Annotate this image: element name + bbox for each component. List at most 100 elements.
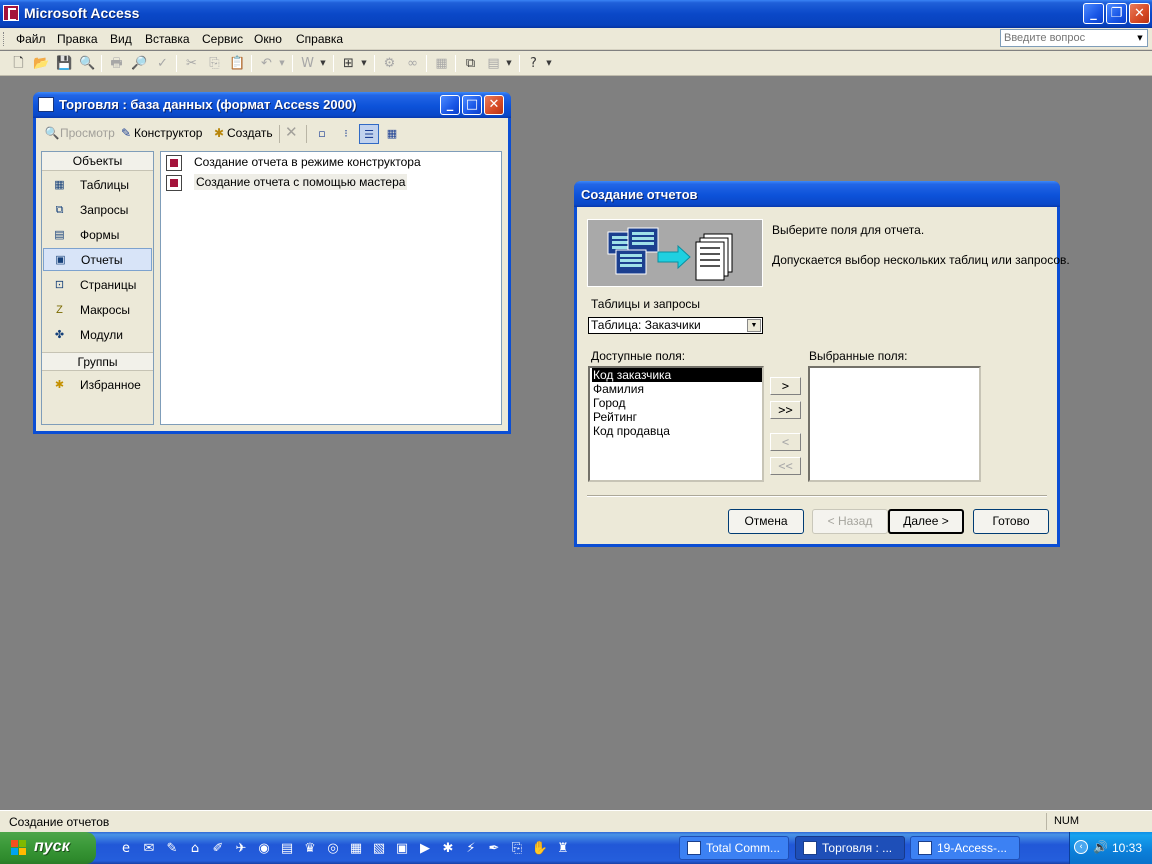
db-maximize-button[interactable]: □ <box>462 95 482 115</box>
winrar-icon[interactable]: ▧ <box>370 840 388 858</box>
task-total-commander[interactable]: Total Comm... <box>679 836 789 860</box>
object-reports[interactable]: ▣ Отчеты <box>43 248 152 271</box>
list-item[interactable]: Код продавца <box>592 424 762 438</box>
list-item[interactable]: Город <box>592 396 762 410</box>
details-view-icon[interactable]: ▦ <box>382 124 402 144</box>
globe-icon[interactable]: ◉ <box>255 840 273 858</box>
show-hidden-icons-icon[interactable]: ‹ <box>1074 840 1088 854</box>
ask-question-input[interactable] <box>1001 30 1131 46</box>
db-minimize-button[interactable]: _ <box>440 95 460 115</box>
new-object-dropdown-icon[interactable]: ▼ <box>505 54 513 73</box>
clock[interactable]: 10:33 <box>1112 841 1142 855</box>
ask-dropdown-icon[interactable]: ▼ <box>1134 31 1146 45</box>
list-item[interactable]: Рейтинг <box>592 410 762 424</box>
create-button[interactable]: ✱ Создать <box>211 122 273 144</box>
menu-help[interactable]: Справка <box>296 32 343 46</box>
edit-icon[interactable]: ✐ <box>209 840 227 858</box>
menu-edit[interactable]: Правка <box>57 32 98 46</box>
script-icon[interactable]: ∞ <box>403 54 422 73</box>
office-links-dropdown-icon[interactable]: ▼ <box>319 54 327 73</box>
menu-insert[interactable]: Вставка <box>145 32 190 46</box>
task-word-document[interactable]: 19-Access-... <box>910 836 1020 860</box>
object-modules[interactable]: ✤ Модули <box>43 324 152 347</box>
list-item[interactable]: Создание отчета с помощью мастера <box>166 173 408 192</box>
ask-question-box[interactable]: ▼ <box>1000 29 1148 47</box>
home-icon[interactable]: ⌂ <box>186 840 204 858</box>
tables-queries-select[interactable]: Таблица: Заказчики ▼ <box>588 317 763 334</box>
minimize-button[interactable]: _ <box>1083 3 1104 24</box>
code-icon[interactable]: ⚙ <box>380 54 399 73</box>
chevron-down-icon[interactable]: ▼ <box>747 319 761 332</box>
group-favorites[interactable]: ✱ Избранное <box>43 374 152 397</box>
list-item[interactable]: Код заказчика <box>592 368 762 382</box>
list-item[interactable]: Фамилия <box>592 382 762 396</box>
office-links-icon[interactable]: W <box>298 54 317 73</box>
help-icon[interactable]: ? <box>524 54 543 73</box>
undo-dropdown-icon[interactable]: ▼ <box>278 54 286 73</box>
object-forms[interactable]: ▤ Формы <box>43 224 152 247</box>
add-all-fields-button[interactable]: >> <box>770 401 801 419</box>
list-item[interactable]: Создание отчета в режиме конструктора <box>166 153 421 172</box>
list-view-icon[interactable]: ☰ <box>359 124 379 144</box>
large-icons-view-icon[interactable]: ▫ <box>312 124 332 144</box>
paint-icon[interactable]: ✱ <box>439 840 457 858</box>
preview-button[interactable]: 🔍Просмотр <box>44 122 115 144</box>
object-tables[interactable]: ▦ Таблицы <box>43 174 152 197</box>
relationships-icon[interactable]: ⧉ <box>461 54 480 73</box>
add-field-button[interactable]: > <box>770 377 801 395</box>
media-icon[interactable]: ▦ <box>347 840 365 858</box>
toolbar-options-icon[interactable]: ▼ <box>545 54 553 73</box>
selected-fields-list[interactable] <box>808 366 981 482</box>
copy-icon[interactable]: ⎘ <box>508 840 526 858</box>
save-icon[interactable]: 💾 <box>55 54 74 73</box>
spelling-icon[interactable]: ✓ <box>153 54 172 73</box>
database-window-icon[interactable] <box>38 97 54 112</box>
new-object-icon[interactable]: ▤ <box>484 54 503 73</box>
properties-icon[interactable]: ▦ <box>432 54 451 73</box>
paste-icon[interactable]: 📋 <box>228 54 247 73</box>
start-button[interactable]: пуск <box>0 832 96 864</box>
print-icon[interactable]: 🖶 <box>107 54 126 73</box>
delete-icon[interactable]: ✕ <box>285 122 298 144</box>
task-access-db[interactable]: Торговля : ... <box>795 836 905 860</box>
restore-button[interactable]: ❐ <box>1106 3 1127 24</box>
ie-icon[interactable]: e <box>117 840 135 858</box>
menu-file[interactable]: Файл <box>16 32 46 46</box>
wizard-title-bar[interactable]: Создание отчетов <box>574 181 1060 207</box>
close-button[interactable]: ✕ <box>1129 3 1150 24</box>
notepad-icon[interactable]: ✎ <box>163 840 181 858</box>
menu-view[interactable]: Вид <box>110 32 132 46</box>
report-wizard-dialog[interactable]: Создание отчетов Выберите поля для отчет… <box>574 181 1070 547</box>
database-window[interactable]: Торговля : база данных (формат Access 20… <box>33 92 511 434</box>
cancel-button[interactable]: Отмена <box>728 509 804 534</box>
new-icon[interactable]: 🗋 <box>9 54 28 73</box>
copy-icon[interactable]: ⎘ <box>205 54 224 73</box>
remove-all-fields-button[interactable]: << <box>770 457 801 475</box>
db-close-button[interactable]: ✕ <box>484 95 504 115</box>
player-icon[interactable]: ▶ <box>416 840 434 858</box>
undo-icon[interactable]: ↶ <box>257 54 276 73</box>
remove-field-button[interactable]: < <box>770 433 801 451</box>
film-icon[interactable]: ▤ <box>278 840 296 858</box>
objects-header[interactable]: Объекты <box>42 152 153 171</box>
opera-icon[interactable]: ◎ <box>324 840 342 858</box>
available-fields-list[interactable]: Код заказчика Фамилия Город Рейтинг Код … <box>588 366 764 482</box>
chess-icon[interactable]: ♜ <box>554 840 572 858</box>
menu-tools[interactable]: Сервис <box>202 32 243 46</box>
game-icon[interactable]: ♛ <box>301 840 319 858</box>
plane-icon[interactable]: ✈ <box>232 840 250 858</box>
print-preview-icon[interactable]: 🔎 <box>130 54 149 73</box>
next-button[interactable]: Далее > <box>888 509 964 534</box>
small-icons-view-icon[interactable]: ⁝ <box>336 124 356 144</box>
pen-icon[interactable]: ✒ <box>485 840 503 858</box>
object-macros[interactable]: Z Макросы <box>43 299 152 322</box>
object-queries[interactable]: ⧉ Запросы <box>43 199 152 222</box>
groups-header[interactable]: Группы <box>42 352 153 371</box>
app-title-bar[interactable]: Microsoft Access _ ❐ ✕ <box>0 0 1152 28</box>
file-search-icon[interactable]: 🔍 <box>78 54 97 73</box>
access-app-icon[interactable] <box>3 5 19 21</box>
open-icon[interactable]: 📂 <box>32 54 51 73</box>
analyze-icon[interactable]: ⊞ <box>339 54 358 73</box>
menu-grip[interactable] <box>3 32 6 46</box>
design-button[interactable]: ✎ Конструктор <box>118 122 202 144</box>
